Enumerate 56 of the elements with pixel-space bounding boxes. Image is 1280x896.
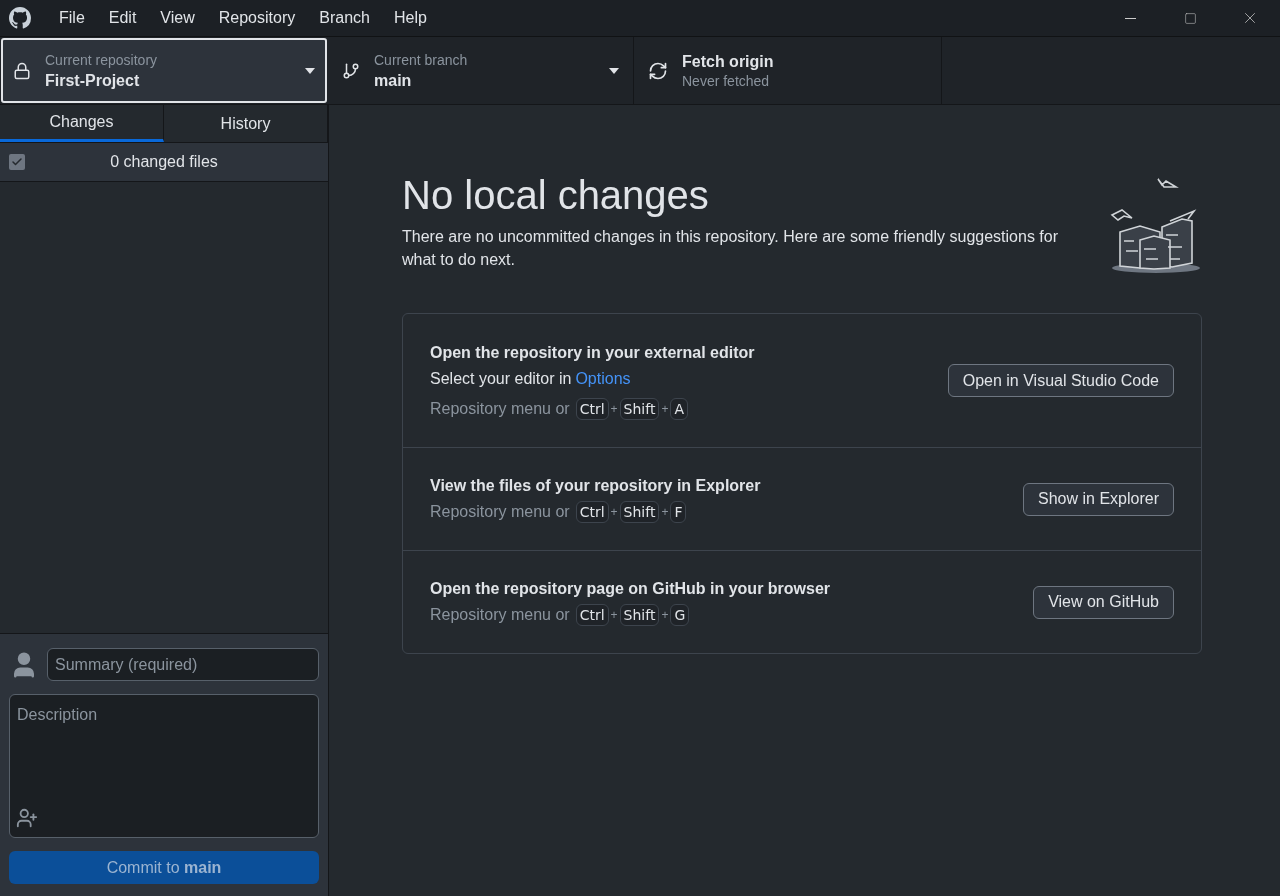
menu-item[interactable]: Edit (96, 0, 149, 37)
plus-sign: + (661, 607, 669, 624)
suggestion-title: View the files of your repository in Explorer (430, 476, 761, 496)
suggestion-button[interactable]: Open in Visual Studio Code (947, 364, 1174, 397)
key-cap: Ctrl (575, 604, 609, 626)
key-cap: Shift (619, 604, 660, 626)
suggestion-description: Select your editor in (430, 368, 572, 389)
branch-icon (342, 61, 360, 80)
plus-sign: + (610, 400, 618, 418)
key-cap: G (670, 604, 690, 626)
menu-item[interactable]: Help (381, 0, 439, 37)
hint-text: Repository menu or (430, 398, 570, 419)
suggestion-title: Open the repository in your external editor (430, 342, 755, 363)
select-all-checkbox[interactable] (9, 154, 25, 170)
selector-label: Current repository (45, 50, 159, 70)
hint-text: Repository menu or (430, 605, 570, 625)
fetch-origin-button[interactable]: Fetch origin Never fetched (634, 37, 942, 104)
tab[interactable]: Changes (0, 105, 164, 142)
maximize-icon (1183, 11, 1197, 25)
plus-sign: + (610, 504, 618, 521)
check-icon (11, 156, 23, 168)
selector-label: Current branch (374, 50, 469, 70)
menu-item[interactable]: Repository (206, 0, 308, 37)
fetch-status: Never fetched (682, 71, 771, 91)
empty-state-message: There are no uncommitted changes in this repository. Here are some friendly suggestions for what to do next. (402, 227, 1060, 270)
suggestion-button[interactable]: Show in Explorer (1023, 482, 1174, 516)
hint-text: Repository menu or (430, 502, 570, 522)
sync-icon (648, 60, 668, 81)
caret-icon (609, 67, 619, 74)
menu-item[interactable]: Branch (307, 0, 382, 37)
branch-selector[interactable]: Current branch main (328, 37, 634, 104)
add-coauthor-icon[interactable] (16, 807, 38, 829)
branch-name: main (374, 70, 413, 91)
key-cap: Ctrl (575, 501, 609, 523)
menu-item[interactable]: File (47, 0, 97, 37)
octocat-logo-icon (9, 7, 31, 29)
key-cap: Ctrl (575, 397, 609, 420)
suggestion-button[interactable]: View on GitHub (1033, 585, 1174, 619)
key-cap: Shift (619, 501, 660, 523)
plus-sign: + (661, 504, 669, 521)
plus-sign: + (661, 400, 669, 418)
options-link[interactable]: Options (575, 366, 631, 391)
repository-name: First-Project (45, 70, 141, 91)
plus-sign: + (610, 607, 618, 624)
key-cap: F (670, 501, 687, 523)
repository-selector[interactable]: Current repository First-Project (1, 38, 327, 103)
suggestion-title: Open the repository page on GitHub in your browser (430, 579, 831, 599)
key-cap: A (670, 397, 688, 420)
key-cap: Shift (619, 397, 660, 420)
menu-item[interactable]: View (148, 0, 207, 37)
fetch-title: Fetch origin (682, 51, 774, 72)
minimize-icon (1124, 17, 1136, 19)
caret-icon (305, 67, 315, 74)
empty-state-heading: No local changes (402, 172, 710, 219)
lock-icon (13, 61, 31, 80)
changed-files-count: 0 changed files (109, 152, 219, 172)
